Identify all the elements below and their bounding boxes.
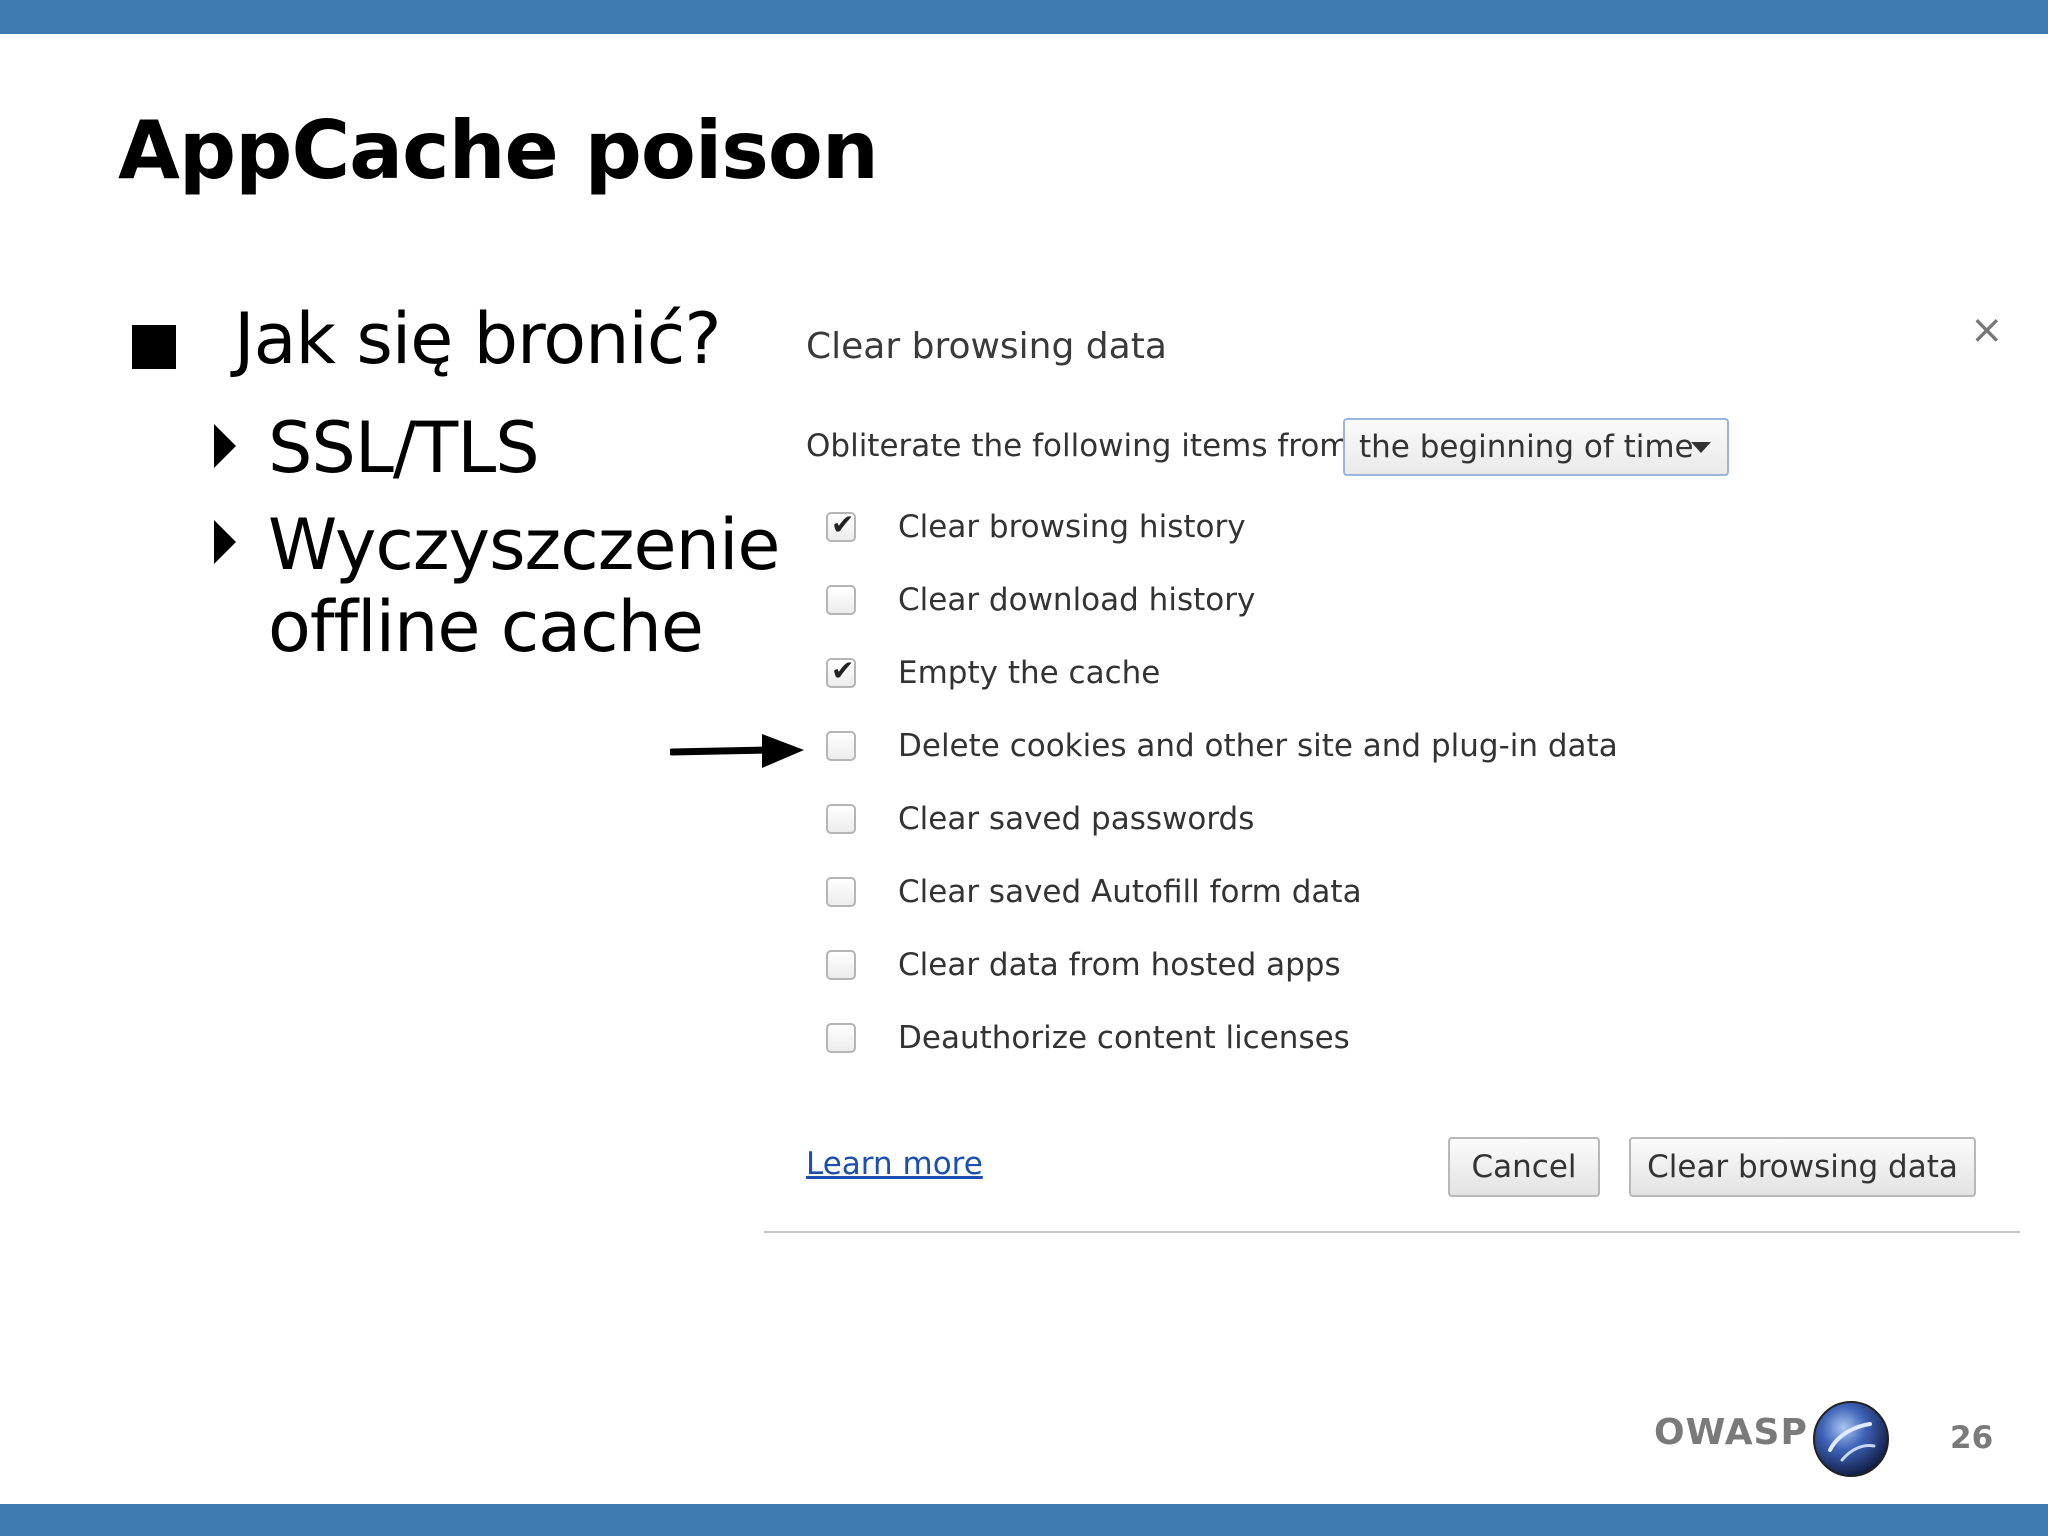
time-range-value: the beginning of time bbox=[1359, 429, 1694, 465]
option-clear-hosted-apps[interactable]: Clear data from hosted apps bbox=[826, 945, 1341, 985]
time-range-select[interactable]: the beginning of time bbox=[1343, 418, 1729, 476]
bullet-square-icon bbox=[132, 325, 176, 369]
option-label: Deauthorize content licenses bbox=[898, 1020, 1350, 1056]
sub-bullet-triangle-icon bbox=[214, 520, 236, 564]
owasp-logo-icon bbox=[1813, 1401, 1889, 1477]
checkbox[interactable] bbox=[826, 877, 856, 907]
page-number: 26 bbox=[1950, 1420, 1994, 1456]
chevron-down-icon bbox=[1691, 442, 1711, 453]
option-label: Clear download history bbox=[898, 582, 1256, 618]
cancel-button[interactable]: Cancel bbox=[1448, 1137, 1600, 1197]
sub-bullet-offline-cache: Wyczyszczenie offline cache bbox=[268, 504, 780, 668]
checkbox[interactable] bbox=[826, 585, 856, 615]
checkmark-icon: ✔ bbox=[831, 508, 855, 541]
option-clear-saved-passwords[interactable]: Clear saved passwords bbox=[826, 799, 1254, 839]
option-clear-autofill[interactable]: Clear saved Autofill form data bbox=[826, 872, 1362, 912]
option-clear-download-history[interactable]: Clear download history bbox=[826, 580, 1255, 620]
obliterate-label: Obliterate the following items from: bbox=[806, 428, 1360, 464]
slide-title: AppCache poison bbox=[118, 104, 879, 197]
dialog-divider bbox=[764, 1231, 2020, 1233]
learn-more-link[interactable]: Learn more bbox=[806, 1146, 983, 1182]
bullet-main: Jak się bronić? bbox=[234, 298, 722, 380]
option-label: Clear data from hosted apps bbox=[898, 947, 1341, 983]
option-label: Delete cookies and other site and plug-i… bbox=[898, 728, 1618, 764]
option-deauthorize-licenses[interactable]: Deauthorize content licenses bbox=[826, 1018, 1350, 1058]
sub-bullet-triangle-icon bbox=[214, 424, 236, 468]
checkbox[interactable]: ✔ bbox=[826, 508, 856, 542]
sub-bullet-ssl: SSL/TLS bbox=[268, 407, 540, 489]
option-label: Empty the cache bbox=[898, 655, 1161, 691]
option-label: Clear browsing history bbox=[898, 509, 1246, 545]
checkmark-icon: ✔ bbox=[831, 654, 855, 687]
bottom-bar bbox=[0, 1504, 2048, 1536]
top-bar bbox=[0, 0, 2048, 34]
checkbox[interactable] bbox=[826, 804, 856, 834]
owasp-brand: OWASP bbox=[1654, 1412, 1808, 1453]
option-delete-cookies[interactable]: Delete cookies and other site and plug-i… bbox=[826, 726, 1618, 766]
slide: AppCache poison Jak się bronić? SSL/TLS … bbox=[0, 0, 2048, 1536]
option-clear-browsing-history[interactable]: ✔ Clear browsing history bbox=[826, 507, 1246, 547]
dialog-title: Clear browsing data bbox=[806, 326, 1167, 367]
close-icon[interactable]: × bbox=[1970, 310, 2004, 350]
option-label: Clear saved Autofill form data bbox=[898, 874, 1362, 910]
checkbox[interactable] bbox=[826, 950, 856, 980]
option-empty-cache[interactable]: ✔ Empty the cache bbox=[826, 653, 1160, 693]
arrow-right-icon bbox=[670, 734, 804, 768]
checkbox[interactable] bbox=[826, 1023, 856, 1053]
checkbox[interactable]: ✔ bbox=[826, 654, 856, 688]
option-label: Clear saved passwords bbox=[898, 801, 1255, 837]
checkbox[interactable] bbox=[826, 731, 856, 761]
clear-browsing-data-button[interactable]: Clear browsing data bbox=[1629, 1137, 1976, 1197]
